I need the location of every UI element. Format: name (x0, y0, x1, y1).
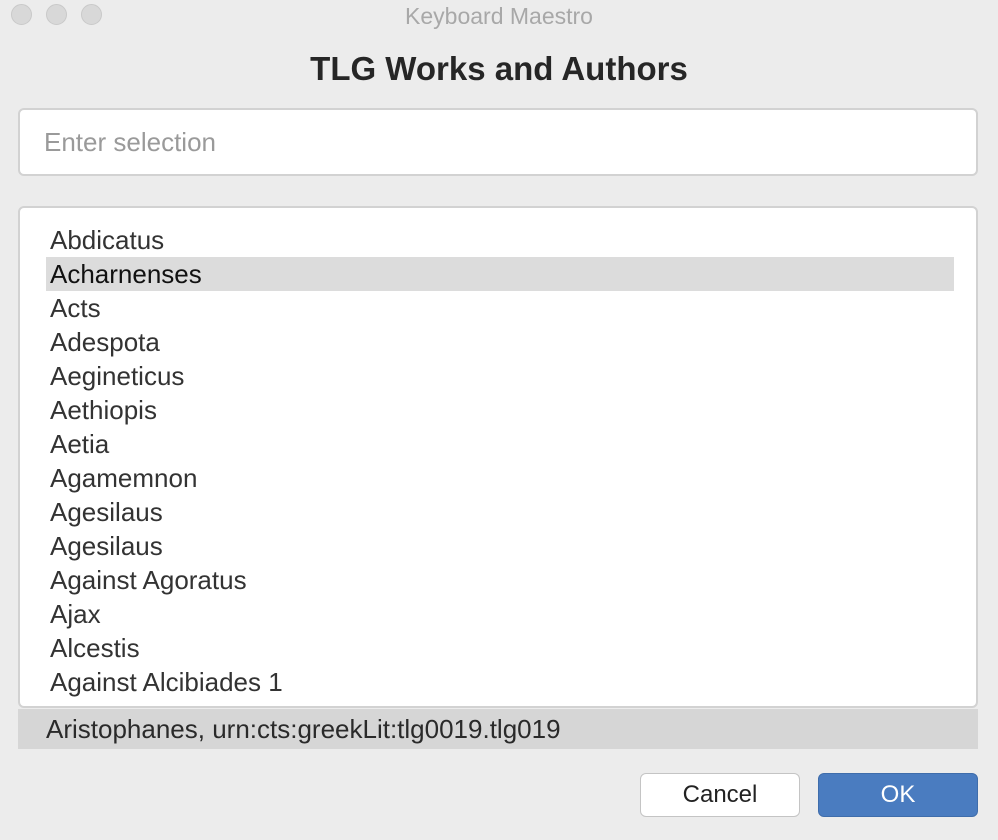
ok-button[interactable]: OK (818, 773, 978, 817)
list-item[interactable]: Aetia (46, 427, 954, 461)
list-item[interactable]: Ajax (46, 597, 954, 631)
title-bar: Keyboard Maestro (0, 0, 998, 32)
list-item[interactable]: Acts (46, 291, 954, 325)
dialog-heading: TLG Works and Authors (310, 50, 688, 87)
list-item[interactable]: Adespota (46, 325, 954, 359)
dialog-window: Keyboard Maestro TLG Works and Authors A… (0, 0, 998, 840)
selection-search-input[interactable] (18, 108, 978, 176)
selection-detail-bar: Aristophanes, urn:cts:greekLit:tlg0019.t… (18, 709, 978, 749)
list-item-selected[interactable]: Acharnenses (46, 257, 954, 291)
list-item[interactable]: Agamemnon (46, 461, 954, 495)
list-item[interactable]: Agesilaus (46, 529, 954, 563)
works-list[interactable]: Abdicatus Acharnenses Acts Adespota Aegi… (18, 206, 978, 708)
list-item[interactable]: Agesilaus (46, 495, 954, 529)
list-item[interactable]: Against Agoratus (46, 563, 954, 597)
list-item[interactable]: Against Alcibiades 1 (46, 665, 954, 699)
list-item[interactable]: Alcestis (46, 631, 954, 665)
list-item[interactable]: Aegineticus (46, 359, 954, 393)
list-item[interactable]: Aethiopis (46, 393, 954, 427)
list-item[interactable]: Abdicatus (46, 223, 954, 257)
cancel-button[interactable]: Cancel (640, 773, 800, 817)
window-title: Keyboard Maestro (405, 3, 593, 29)
